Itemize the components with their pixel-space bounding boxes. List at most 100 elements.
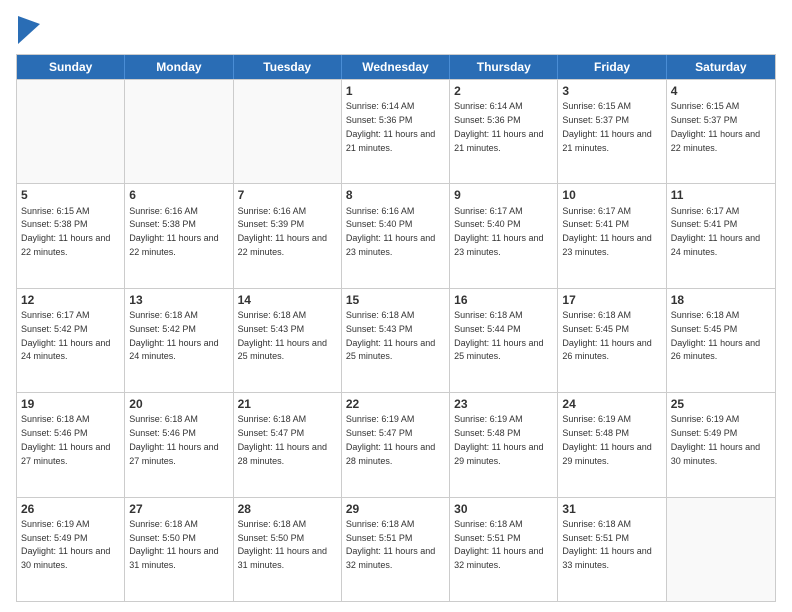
day-number: 26 — [21, 501, 120, 517]
cell-info: Sunrise: 6:17 AM Sunset: 5:41 PM Dayligh… — [671, 206, 763, 257]
calendar-cell: 4 Sunrise: 6:15 AM Sunset: 5:37 PM Daylig… — [667, 80, 775, 183]
calendar-cell: 30 Sunrise: 6:18 AM Sunset: 5:51 PM Dayli… — [450, 498, 558, 601]
day-number: 7 — [238, 187, 337, 203]
cell-info: Sunrise: 6:19 AM Sunset: 5:49 PM Dayligh… — [671, 414, 763, 465]
cell-info: Sunrise: 6:16 AM Sunset: 5:40 PM Dayligh… — [346, 206, 438, 257]
day-number: 19 — [21, 396, 120, 412]
day-number: 5 — [21, 187, 120, 203]
cell-info: Sunrise: 6:18 AM Sunset: 5:50 PM Dayligh… — [238, 519, 330, 570]
calendar-row-2: 12 Sunrise: 6:17 AM Sunset: 5:42 PM Dayli… — [17, 288, 775, 392]
day-number: 20 — [129, 396, 228, 412]
calendar-cell: 27 Sunrise: 6:18 AM Sunset: 5:50 PM Dayli… — [125, 498, 233, 601]
calendar-cell: 9 Sunrise: 6:17 AM Sunset: 5:40 PM Daylig… — [450, 184, 558, 287]
calendar-cell: 23Sunrise: 6:19 AM Sunset: 5:48 PM Dayli… — [450, 393, 558, 496]
day-number: 9 — [454, 187, 553, 203]
calendar-cell: 31 Sunrise: 6:18 AM Sunset: 5:51 PM Dayli… — [558, 498, 666, 601]
calendar-cell: 8 Sunrise: 6:16 AM Sunset: 5:40 PM Daylig… — [342, 184, 450, 287]
calendar-cell: 1Sunrise: 6:14 AM Sunset: 5:36 PM Daylig… — [342, 80, 450, 183]
cell-info: Sunrise: 6:18 AM Sunset: 5:45 PM Dayligh… — [671, 310, 763, 361]
cell-info: Sunrise: 6:19 AM Sunset: 5:47 PM Dayligh… — [346, 414, 438, 465]
cell-info: Sunrise: 6:17 AM Sunset: 5:40 PM Dayligh… — [454, 206, 546, 257]
day-number: 11 — [671, 187, 771, 203]
header — [16, 16, 776, 44]
calendar-cell: 19 Sunrise: 6:18 AM Sunset: 5:46 PM Dayli… — [17, 393, 125, 496]
cell-info: Sunrise: 6:16 AM Sunset: 5:39 PM Dayligh… — [238, 206, 330, 257]
cell-info: Sunrise: 6:18 AM Sunset: 5:46 PM Dayligh… — [21, 414, 113, 465]
cell-info: Sunrise: 6:17 AM Sunset: 5:41 PM Dayligh… — [562, 206, 654, 257]
day-number: 27 — [129, 501, 228, 517]
logo — [16, 16, 40, 44]
cell-info: Sunrise: 6:19 AM Sunset: 5:48 PM Dayligh… — [562, 414, 654, 465]
day-number: 18 — [671, 292, 771, 308]
day-number: 8 — [346, 187, 445, 203]
day-number: 21 — [238, 396, 337, 412]
calendar: SundayMondayTuesdayWednesdayThursdayFrid… — [16, 54, 776, 602]
cell-info: Sunrise: 6:15 AM Sunset: 5:37 PM Dayligh… — [671, 101, 763, 152]
day-number: 13 — [129, 292, 228, 308]
calendar-cell: 28 Sunrise: 6:18 AM Sunset: 5:50 PM Dayli… — [234, 498, 342, 601]
calendar-body: 1 Sunrise: 6:14 AM Sunset: 5:36 PM Daylig… — [17, 79, 775, 601]
calendar-cell — [234, 80, 342, 183]
day-number: 12 — [21, 292, 120, 308]
day-number: 23 — [454, 396, 553, 412]
cell-info: Sunrise: 6:19 AM Sunset: 5:49 PM Dayligh… — [21, 519, 113, 570]
calendar-cell: 29 Sunrise: 6:18 AM Sunset: 5:51 PM Dayli… — [342, 498, 450, 601]
day-number: 29 — [346, 501, 445, 517]
calendar-cell: 14 Sunrise: 6:18 AM Sunset: 5:43 PM Dayli… — [234, 289, 342, 392]
calendar-cell: 20Sunrise: 6:18 AM Sunset: 5:46 PM Dayli… — [125, 393, 233, 496]
calendar-cell: 3 Sunrise: 6:15 AM Sunset: 5:37 PM Daylig… — [558, 80, 666, 183]
day-number: 1 — [346, 83, 445, 99]
cell-info: Sunrise: 6:18 AM Sunset: 5:43 PM Dayligh… — [238, 310, 330, 361]
calendar-cell: 7 Sunrise: 6:16 AM Sunset: 5:39 PM Daylig… — [234, 184, 342, 287]
header-day-saturday: Saturday — [667, 55, 775, 79]
cell-info: Sunrise: 6:17 AM Sunset: 5:42 PM Dayligh… — [21, 310, 113, 361]
header-day-wednesday: Wednesday — [342, 55, 450, 79]
cell-info: Sunrise: 6:18 AM Sunset: 5:47 PM Dayligh… — [238, 414, 330, 465]
day-number: 22 — [346, 396, 445, 412]
header-day-friday: Friday — [558, 55, 666, 79]
cell-info: Sunrise: 6:16 AM Sunset: 5:38 PM Dayligh… — [129, 206, 221, 257]
day-number: 3 — [562, 83, 661, 99]
day-number: 6 — [129, 187, 228, 203]
day-number: 31 — [562, 501, 661, 517]
logo-icon — [18, 16, 40, 44]
calendar-cell: 6 Sunrise: 6:16 AM Sunset: 5:38 PM Daylig… — [125, 184, 233, 287]
calendar-cell: 2 Sunrise: 6:14 AM Sunset: 5:36 PM Daylig… — [450, 80, 558, 183]
day-number: 10 — [562, 187, 661, 203]
day-number: 30 — [454, 501, 553, 517]
day-number: 24 — [562, 396, 661, 412]
calendar-cell — [667, 498, 775, 601]
cell-info: Sunrise: 6:15 AM Sunset: 5:37 PM Dayligh… — [562, 101, 654, 152]
cell-info: Sunrise: 6:18 AM Sunset: 5:51 PM Dayligh… — [346, 519, 438, 570]
cell-info: Sunrise: 6:18 AM Sunset: 5:51 PM Dayligh… — [562, 519, 654, 570]
calendar-cell: 16Sunrise: 6:18 AM Sunset: 5:44 PM Dayli… — [450, 289, 558, 392]
calendar-row-1: 5Sunrise: 6:15 AM Sunset: 5:38 PM Daylig… — [17, 183, 775, 287]
cell-info: Sunrise: 6:18 AM Sunset: 5:42 PM Dayligh… — [129, 310, 221, 361]
header-day-monday: Monday — [125, 55, 233, 79]
calendar-header: SundayMondayTuesdayWednesdayThursdayFrid… — [17, 55, 775, 79]
calendar-cell: 25 Sunrise: 6:19 AM Sunset: 5:49 PM Dayli… — [667, 393, 775, 496]
day-number: 15 — [346, 292, 445, 308]
calendar-row-3: 19 Sunrise: 6:18 AM Sunset: 5:46 PM Dayli… — [17, 392, 775, 496]
day-number: 25 — [671, 396, 771, 412]
calendar-row-4: 26 Sunrise: 6:19 AM Sunset: 5:49 PM Dayli… — [17, 497, 775, 601]
day-number: 2 — [454, 83, 553, 99]
header-day-thursday: Thursday — [450, 55, 558, 79]
day-number: 14 — [238, 292, 337, 308]
calendar-cell: 5Sunrise: 6:15 AM Sunset: 5:38 PM Daylig… — [17, 184, 125, 287]
calendar-cell: 13 Sunrise: 6:18 AM Sunset: 5:42 PM Dayli… — [125, 289, 233, 392]
day-number: 4 — [671, 83, 771, 99]
calendar-cell: 12 Sunrise: 6:17 AM Sunset: 5:42 PM Dayli… — [17, 289, 125, 392]
calendar-row-0: 1 Sunrise: 6:14 AM Sunset: 5:36 PM Daylig… — [17, 79, 775, 183]
cell-info: Sunrise: 6:18 AM Sunset: 5:50 PM Dayligh… — [129, 519, 221, 570]
header-day-sunday: Sunday — [17, 55, 125, 79]
cell-info: Sunrise: 6:18 AM Sunset: 5:51 PM Dayligh… — [454, 519, 546, 570]
calendar-cell: 10 Sunrise: 6:17 AM Sunset: 5:41 PM Dayli… — [558, 184, 666, 287]
cell-info: Sunrise: 6:14 AM Sunset: 5:36 PM Dayligh… — [454, 101, 546, 152]
cell-info: Sunrise: 6:18 AM Sunset: 5:45 PM Dayligh… — [562, 310, 654, 361]
header-day-tuesday: Tuesday — [234, 55, 342, 79]
cell-info: Sunrise: 6:18 AM Sunset: 5:44 PM Dayligh… — [454, 310, 546, 361]
calendar-cell: 11 Sunrise: 6:17 AM Sunset: 5:41 PM Dayli… — [667, 184, 775, 287]
day-number: 28 — [238, 501, 337, 517]
cell-info: Sunrise: 6:18 AM Sunset: 5:43 PM Dayligh… — [346, 310, 438, 361]
